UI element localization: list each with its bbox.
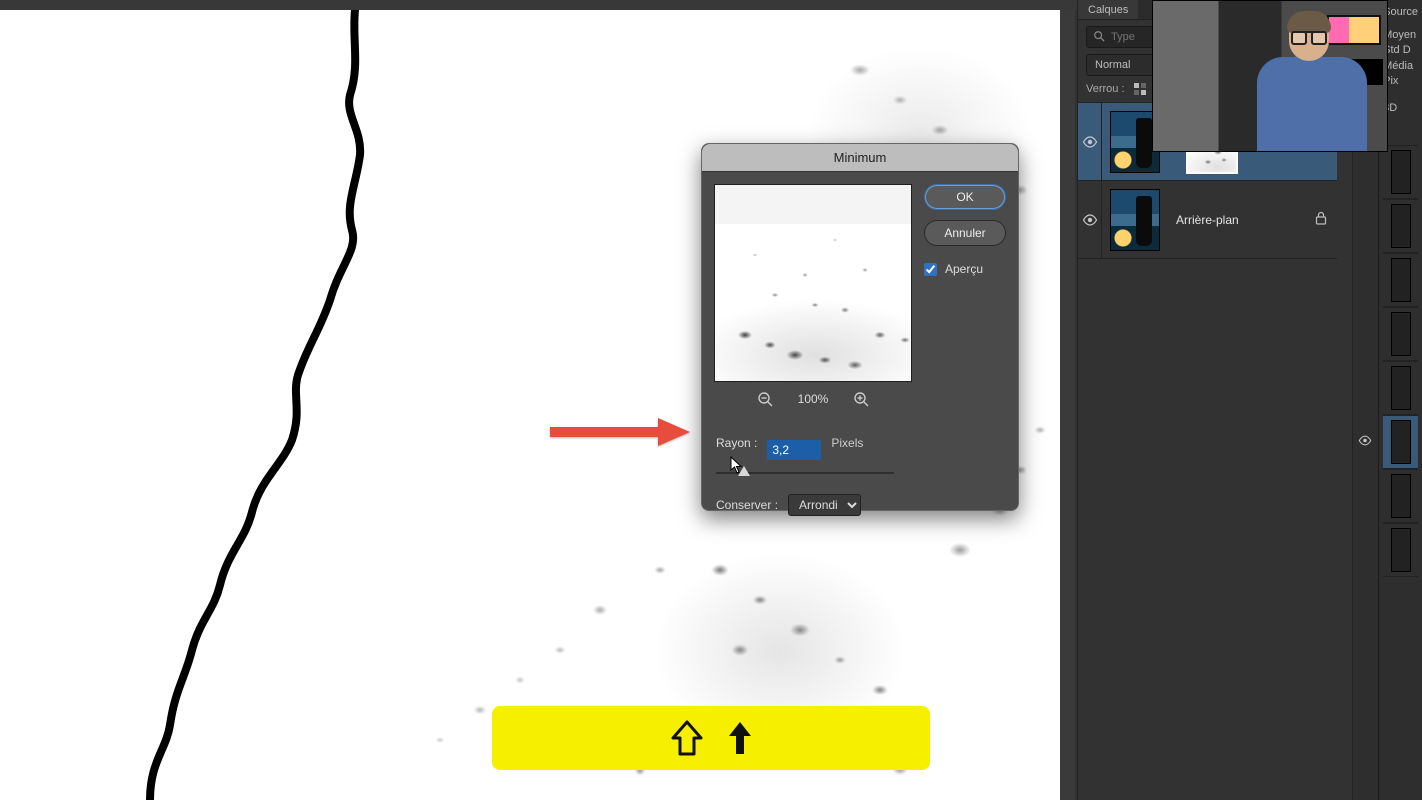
mini-layer-row[interactable] — [1383, 145, 1418, 199]
mini-layer-row[interactable] — [1383, 253, 1418, 307]
mouse-cursor — [730, 456, 744, 474]
lock-pixels-icon[interactable] — [1133, 82, 1147, 96]
webcam-overlay — [1152, 0, 1388, 152]
preview-checkbox[interactable] — [924, 263, 937, 276]
threeD-label: 3D — [1383, 102, 1418, 115]
zoom-percent: 100% — [798, 392, 829, 406]
canvas-scrollbar[interactable] — [1060, 10, 1075, 800]
cancel-button[interactable]: Annuler — [924, 220, 1006, 246]
lock-icon — [1315, 211, 1327, 228]
mini-layer-row[interactable] — [1383, 469, 1418, 523]
search-icon — [1093, 30, 1105, 45]
mini-thumbnail — [1391, 150, 1411, 194]
preserve-label: Conserver : — [716, 498, 778, 512]
eye-icon[interactable] — [1358, 435, 1372, 449]
stat-moyen: Moyen — [1383, 29, 1418, 42]
stat-std: Std D — [1383, 44, 1418, 57]
webcam-person — [1199, 11, 1349, 151]
shift-key-icon — [667, 718, 707, 758]
layer-visibility-toggle[interactable] — [1078, 181, 1102, 258]
layer-visibility-toggle[interactable] — [1078, 103, 1102, 180]
mini-layer-row[interactable] — [1383, 415, 1418, 469]
mini-layer-row[interactable] — [1383, 307, 1418, 361]
mini-layer-row[interactable] — [1383, 199, 1418, 253]
blend-mode-label: Normal — [1095, 59, 1130, 71]
filter-dialog-minimum: Minimum 100% OK Annuler Aperçu — [701, 143, 1019, 511]
dialog-title[interactable]: Minimum — [702, 144, 1018, 172]
preserve-select[interactable]: Arrondi — [788, 494, 861, 516]
radius-unit: Pixels — [831, 436, 863, 450]
mini-thumbnail — [1391, 258, 1411, 302]
mini-thumbnail — [1391, 312, 1411, 356]
layer-thumbnail[interactable] — [1110, 189, 1160, 251]
preview-checkbox-label: Aperçu — [945, 262, 983, 276]
zoom-in-button[interactable] — [852, 390, 870, 408]
up-arrow-key-icon — [725, 718, 755, 758]
layer-row[interactable]: Arrière-plan — [1078, 181, 1337, 259]
radius-label: Rayon : — [716, 436, 757, 450]
mini-thumbnail — [1391, 528, 1411, 572]
keypress-indicator — [492, 706, 930, 770]
tab-layers[interactable]: Calques — [1078, 0, 1138, 19]
secondary-layers-list — [1383, 145, 1418, 577]
mini-thumbnail — [1391, 366, 1411, 410]
stat-median: Média — [1383, 60, 1418, 73]
mini-thumbnail — [1391, 204, 1411, 248]
mini-layer-row[interactable] — [1383, 523, 1418, 577]
mini-thumbnail — [1391, 474, 1411, 518]
annotation-arrow-icon — [550, 418, 690, 446]
filter-preview[interactable] — [714, 184, 912, 382]
mini-thumbnail — [1391, 420, 1411, 464]
preview-checkbox-row[interactable]: Aperçu — [924, 262, 1006, 276]
stat-pix: Pix — [1383, 75, 1418, 88]
layer-name[interactable]: Arrière-plan — [1176, 213, 1315, 227]
ok-button[interactable]: OK — [924, 184, 1006, 210]
lock-label: Verrou : — [1086, 83, 1125, 95]
zoom-out-button[interactable] — [756, 390, 774, 408]
radius-input[interactable] — [767, 440, 821, 460]
source-label: Source — [1383, 6, 1418, 19]
mini-layer-row[interactable] — [1383, 361, 1418, 415]
